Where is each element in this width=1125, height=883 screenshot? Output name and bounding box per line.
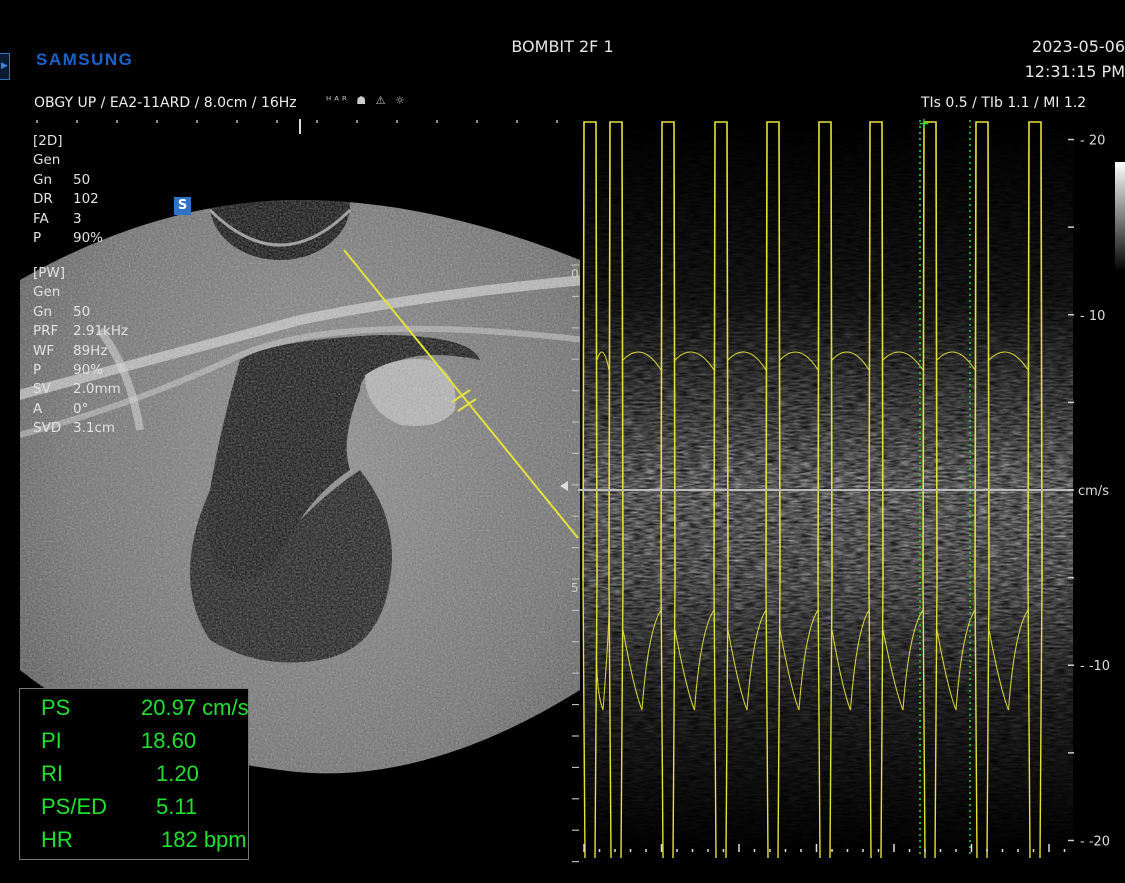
measurement-panel: PS 20.97 cm/s PI 18.60 RI 1.20 PS/ED 5.11 HR 182 …	[19, 688, 249, 860]
param-2d-row: DR 102	[33, 190, 103, 209]
param-pw-key: A	[33, 400, 43, 417]
param-2d-key: FA	[33, 210, 49, 227]
harmonic-icon: ᴴᴬᴿ	[326, 94, 350, 107]
velocity-tick-label: - 20	[1080, 134, 1105, 149]
doppler-spectrum[interactable]: + - 20 - 10 - -10 - -20 cm/s	[578, 110, 1125, 860]
param-2d-row: P 90%	[33, 229, 103, 248]
lateral-ruler	[36, 119, 558, 134]
param-pw-row: Gn 50	[33, 303, 128, 322]
velocity-unit: cm/s	[1078, 484, 1109, 499]
grayscale-bar	[1115, 162, 1125, 272]
params-2d: [2D] Gen Gn 50 DR 102 FA 3 P 90%	[33, 132, 103, 248]
measurement-label: PS	[41, 695, 71, 720]
param-2d-value: 50	[73, 171, 91, 188]
param-pw-row: P 90%	[33, 361, 128, 380]
exam-time: 12:31:15 PM	[1024, 62, 1125, 81]
params-pw: [PW] Gen Gn 50 PRF 2.91kHz WF 89Hz P 90% SV 2.0mm A 0…	[33, 264, 128, 439]
param-pw-value: 90%	[73, 362, 104, 379]
param-pw-key: Gen	[33, 284, 61, 301]
probe-info: OBGY UP / EA2-11ARD / 8.0cm / 16Hz	[34, 95, 297, 111]
measurement-label: RI	[41, 761, 63, 786]
param-pw-row: Gen	[33, 283, 128, 302]
thermal-mechanical-index: TIs 0.5 / TIb 1.1 / MI 1.2	[921, 95, 1087, 111]
param-2d-value: 102	[73, 191, 99, 208]
patient-name: BOMBIT 2F 1	[511, 37, 614, 56]
ultrasound-screen: ▶ SAMSUNG BOMBIT 2F 1 2023-05-06 12:31:1…	[0, 0, 1125, 883]
velocity-tick-label: - 10	[1080, 309, 1105, 324]
param-pw-key: SVD	[33, 420, 62, 437]
param-pw-value: 50	[73, 303, 91, 320]
measurement-label: PI	[41, 728, 62, 753]
param-pw-key: P	[33, 362, 42, 379]
hdr-icon: ☼	[395, 94, 408, 107]
param-pw-key: PRF	[33, 323, 59, 340]
param-2d-key: Gn	[33, 171, 53, 188]
velocity-tick-label: - -10	[1080, 659, 1110, 674]
side-menu-tab[interactable]: ▶	[0, 53, 10, 80]
param-2d-value: 90%	[73, 230, 104, 247]
param-pw-key: SV	[33, 381, 51, 398]
param-pw-key: WF	[33, 342, 55, 359]
param-pw-value: 0°	[73, 400, 89, 417]
param-pw-row: WF 89Hz	[33, 342, 128, 361]
param-2d-row: [2D]	[33, 132, 103, 151]
warning-icon: ⚠	[375, 94, 389, 107]
param-2d-key: P	[33, 230, 42, 247]
measurement-value: 1.20	[156, 761, 199, 786]
measurement-value: 18.60	[141, 728, 197, 753]
s-badge-icon[interactable]: S	[174, 197, 191, 215]
param-pw-value: 2.91kHz	[73, 323, 129, 340]
imaging-mode-icons: ᴴᴬᴿ ☗ ⚠ ☼	[326, 94, 408, 107]
param-2d-row: Gn 50	[33, 171, 103, 190]
param-pw-row: [PW]	[33, 264, 128, 283]
param-pw-value: 2.0mm	[73, 381, 121, 398]
measurement-value: 20.97 cm/s	[141, 695, 249, 720]
measurement-label: PS/ED	[41, 794, 108, 819]
param-pw-row: A 0°	[33, 400, 128, 419]
param-pw-value: 89Hz	[73, 342, 108, 359]
param-2d-key: DR	[33, 191, 53, 208]
velocity-tick-label: - -20	[1080, 834, 1110, 849]
param-2d-key: Gen	[33, 152, 61, 169]
param-pw-row: SVD 3.1cm	[33, 419, 128, 438]
exam-date: 2023-05-06	[1032, 37, 1125, 56]
fetus-icon: ☗	[356, 94, 370, 107]
param-2d-row: FA 3	[33, 210, 103, 229]
param-2d-key: [2D]	[33, 133, 63, 149]
measurement-label: HR	[41, 827, 73, 852]
measurement-value: 182 bpm	[161, 827, 247, 852]
param-pw-key: [PW]	[33, 265, 66, 281]
measurement-value: 5.11	[156, 794, 198, 819]
caliper-cross-icon[interactable]: +	[918, 116, 930, 132]
param-pw-key: Gn	[33, 303, 53, 320]
param-2d-value: 3	[73, 210, 82, 227]
param-pw-row: PRF 2.91kHz	[33, 322, 128, 341]
param-pw-row: SV 2.0mm	[33, 380, 128, 399]
param-pw-value: 3.1cm	[73, 420, 116, 437]
param-2d-row: Gen	[33, 151, 103, 170]
